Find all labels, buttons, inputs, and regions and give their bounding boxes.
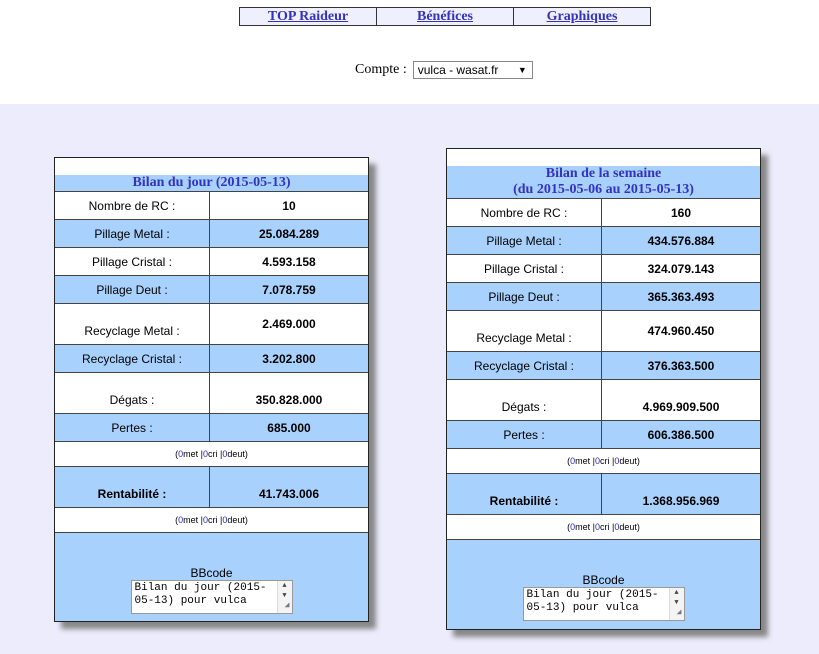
- weekly-title-line2: (du 2015-05-06 au 2015-05-13): [513, 182, 694, 197]
- pertes-breakdown: (0 met | 0 cri | 0 deut): [447, 448, 760, 473]
- row-recyclage-metal: Recyclage Metal : 474.960.450: [447, 310, 760, 351]
- row-label: Pertes :: [55, 414, 210, 441]
- account-label: Compte :: [355, 62, 407, 77]
- row-label: Recyclage Metal :: [55, 304, 210, 344]
- row-value: 350.828.000: [255, 393, 323, 407]
- row-label: Pillage Metal :: [55, 220, 210, 247]
- row-nombre-rc: Nombre de RC : 160: [447, 198, 760, 226]
- panel-top-strip: [55, 158, 368, 175]
- row-pillage-cristal: Pillage Cristal : 324.079.143: [447, 254, 760, 282]
- met-word: met |: [183, 515, 203, 525]
- cri-word: cri |: [208, 449, 223, 459]
- row-label: Nombre de RC :: [55, 192, 210, 219]
- bbcode-section: BBcode Bilan du jour (2015-05-13) pour v…: [447, 539, 760, 627]
- row-pillage-deut: Pillage Deut : 365.363.493: [447, 282, 760, 310]
- met-word: met |: [575, 456, 595, 466]
- account-select[interactable]: vulca - wasat.fr ▼: [412, 61, 533, 79]
- weekly-summary-title: Bilan de la semaine (du 2015-05-06 au 20…: [447, 166, 760, 198]
- cri-word: cri |: [600, 456, 615, 466]
- nav-link-top-raideur[interactable]: TOP Raideur: [240, 8, 377, 25]
- bbcode-textarea[interactable]: Bilan du jour (2015-05-13) pour vulca ▲ ▼…: [130, 580, 293, 614]
- row-value: 606.386.500: [647, 427, 715, 442]
- top-nav: TOP Raideur Bénéfices Graphiques: [239, 7, 651, 26]
- deut-word: deut): [619, 456, 640, 466]
- row-label: Rentabilité :: [447, 474, 602, 514]
- row-recyclage-cristal: Recyclage Cristal : 3.202.800: [55, 344, 368, 372]
- row-value: 685.000: [267, 420, 311, 435]
- panel-top-strip: [447, 149, 760, 166]
- row-label: Rentabilité :: [55, 467, 210, 507]
- row-label: Pillage Cristal :: [447, 255, 602, 282]
- row-value: 41.743.006: [258, 487, 320, 501]
- row-value: 2.469.000: [262, 317, 316, 331]
- bbcode-section: BBcode Bilan du jour (2015-05-13) pour v…: [55, 532, 368, 620]
- row-recyclage-metal: Recyclage Metal : 2.469.000: [55, 303, 368, 344]
- resize-grip-icon[interactable]: ◢: [285, 599, 290, 612]
- row-value: 3.202.800: [262, 351, 316, 366]
- met-word: met |: [183, 449, 203, 459]
- row-pertes: Pertes : 685.000: [55, 413, 368, 441]
- row-value: 4.593.158: [262, 254, 316, 269]
- met-word: met |: [575, 522, 595, 532]
- row-label: Pertes :: [447, 421, 602, 448]
- daily-summary-panel: Bilan du jour (2015-05-13) Nombre de RC …: [54, 157, 369, 622]
- bbcode-text: Bilan du jour (2015-05-13) pour vulca: [134, 582, 267, 607]
- row-label: Dégats :: [447, 380, 602, 420]
- cri-word: cri |: [600, 522, 615, 532]
- row-nombre-rc: Nombre de RC : 10: [55, 191, 368, 219]
- rentabilite-breakdown: (0 met | 0 cri | 0 deut): [447, 514, 760, 539]
- bbcode-label: BBcode: [190, 566, 233, 580]
- chevron-down-icon: ▼: [517, 65, 527, 75]
- weekly-title-line1: Bilan de la semaine: [545, 166, 662, 181]
- row-value: 376.363.500: [647, 358, 715, 373]
- deut-word: deut): [227, 449, 248, 459]
- account-select-value: vulca - wasat.fr: [417, 63, 499, 77]
- row-value: 474.960.450: [647, 324, 715, 338]
- bbcode-textarea[interactable]: Bilan du jour (2015-05-13) pour vulca ▲ ▼…: [522, 587, 685, 621]
- row-pillage-metal: Pillage Metal : 434.576.884: [447, 226, 760, 254]
- resize-grip-icon[interactable]: ◢: [677, 606, 682, 619]
- row-label: Pillage Deut :: [55, 276, 210, 303]
- row-label: Recyclage Cristal :: [55, 345, 210, 372]
- nav-link-graphiques[interactable]: Graphiques: [514, 8, 650, 25]
- row-degats: Dégats : 4.969.909.500: [447, 379, 760, 420]
- pertes-breakdown: (0 met | 0 cri | 0 deut): [55, 441, 368, 466]
- row-value: 7.078.759: [262, 282, 316, 297]
- deut-word: deut): [619, 522, 640, 532]
- row-label: Dégats :: [55, 373, 210, 413]
- row-label: Nombre de RC :: [447, 199, 602, 226]
- row-label: Pillage Cristal :: [55, 248, 210, 275]
- account-selector: Compte : vulca - wasat.fr ▼: [355, 61, 533, 79]
- row-pillage-cristal: Pillage Cristal : 4.593.158: [55, 247, 368, 275]
- weekly-summary-panel: Bilan de la semaine (du 2015-05-06 au 20…: [446, 148, 761, 630]
- row-label: Recyclage Cristal :: [447, 352, 602, 379]
- row-value: 434.576.884: [647, 233, 715, 248]
- row-value: 25.084.289: [258, 226, 320, 241]
- row-label: Pillage Metal :: [447, 227, 602, 254]
- row-value: 365.363.493: [647, 289, 715, 304]
- row-rentabilite: Rentabilité : 1.368.956.969: [447, 473, 760, 514]
- row-rentabilite: Rentabilité : 41.743.006: [55, 466, 368, 507]
- rentabilite-breakdown: (0 met | 0 cri | 0 deut): [55, 507, 368, 532]
- bbcode-label: BBcode: [582, 573, 625, 587]
- row-value: 324.079.143: [647, 261, 715, 276]
- cri-word: cri |: [208, 515, 223, 525]
- row-value: 10: [282, 198, 296, 213]
- bbcode-text: Bilan du jour (2015-05-13) pour vulca: [526, 589, 659, 614]
- row-label: Recyclage Metal :: [447, 311, 602, 351]
- row-pillage-deut: Pillage Deut : 7.078.759: [55, 275, 368, 303]
- row-value: 1.368.956.969: [642, 494, 720, 508]
- row-pillage-metal: Pillage Metal : 25.084.289: [55, 219, 368, 247]
- row-recyclage-cristal: Recyclage Cristal : 376.363.500: [447, 351, 760, 379]
- daily-summary-title: Bilan du jour (2015-05-13): [55, 175, 368, 191]
- row-label: Pillage Deut :: [447, 283, 602, 310]
- row-value: 160: [670, 205, 692, 220]
- nav-link-benefices[interactable]: Bénéfices: [377, 8, 514, 25]
- row-degats: Dégats : 350.828.000: [55, 372, 368, 413]
- row-value: 4.969.909.500: [642, 400, 720, 414]
- row-pertes: Pertes : 606.386.500: [447, 420, 760, 448]
- deut-word: deut): [227, 515, 248, 525]
